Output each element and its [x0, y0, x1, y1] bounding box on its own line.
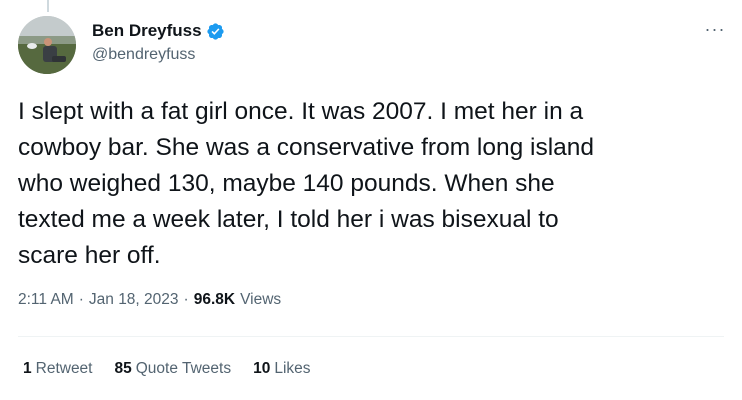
tweet-time[interactable]: 2:11 AM — [18, 291, 74, 309]
engagement-stats: 1 Retweet 85 Quote Tweets 10 Likes — [23, 360, 311, 378]
avatar[interactable] — [18, 16, 76, 74]
verified-badge-icon — [206, 22, 225, 41]
likes-label: Likes — [274, 360, 311, 377]
avatar-photo — [18, 16, 76, 74]
quote-tweets-count: 85 — [114, 360, 132, 377]
views-count[interactable]: 96.8K — [194, 291, 235, 309]
divider — [18, 336, 724, 337]
more-options-button[interactable]: ··· — [700, 14, 730, 44]
meta-separator: · — [78, 291, 84, 308]
retweets-count: 1 — [23, 360, 32, 377]
tweet-meta: 2:11 AM · Jan 18, 2023 · 96.8K Views — [18, 291, 281, 309]
quote-tweets-label: Quote Tweets — [135, 360, 232, 377]
likes-count: 10 — [253, 360, 271, 377]
tweet-text: I slept with a fat girl once. It was 200… — [18, 98, 595, 269]
thread-connector-line — [47, 0, 49, 12]
more-dots-icon: ··· — [704, 18, 726, 39]
retweets-stat[interactable]: 1 Retweet — [23, 360, 93, 378]
meta-separator: · — [183, 291, 189, 308]
views-label: Views — [240, 291, 282, 308]
author-display-name[interactable]: Ben Dreyfuss — [92, 21, 202, 41]
tweet-date[interactable]: Jan 18, 2023 — [89, 291, 179, 309]
author-handle[interactable]: @bendreyfuss — [92, 46, 195, 64]
author-display-name-row[interactable]: Ben Dreyfuss — [92, 21, 225, 41]
quote-tweets-stat[interactable]: 85 Quote Tweets — [115, 360, 232, 378]
likes-stat[interactable]: 10 Likes — [253, 360, 310, 378]
retweets-label: Retweet — [35, 360, 93, 377]
